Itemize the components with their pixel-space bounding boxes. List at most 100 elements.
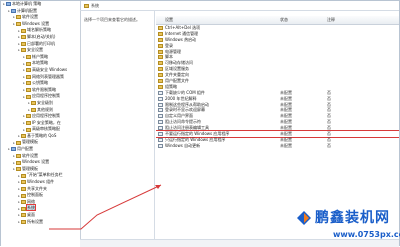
- watermark-url: www.0753px.com: [333, 230, 400, 239]
- breadcrumb: 系统: [84, 3, 99, 9]
- tree-item[interactable]: ▸ 管理模板: [1, 139, 80, 146]
- tree-item[interactable]: ▸ 控制面板: [1, 192, 80, 199]
- tree-item[interactable]: ▸ 计算机配置: [1, 8, 80, 15]
- tree-item[interactable]: ▸ 软件设置: [1, 14, 80, 21]
- folder-icon: [21, 213, 26, 218]
- tree-item[interactable]: ▸ 安全设置: [1, 47, 80, 54]
- folder-icon: [21, 206, 26, 211]
- folder-icon: [21, 200, 26, 205]
- folder-icon: [16, 167, 21, 172]
- tree-item[interactable]: ▸ 脚本(启动/关机): [1, 34, 80, 41]
- folder-icon: [21, 41, 26, 46]
- tree-item-label: 用户配置: [17, 146, 33, 152]
- setting-name: Windows 自动更新: [165, 142, 201, 148]
- watermark-brand: 鹏鑫装机网: [315, 210, 390, 226]
- tree-item-label: 本地策略: [32, 60, 48, 66]
- policy-tree[interactable]: ▸ 本地计算机 策略 ▸ 计算机配置 ▸ 软件设置 ▸ Windows 设置 ▸ 域名解析策略 ▸ 脚…: [1, 1, 81, 247]
- tree-item-label: 域名解析策略: [27, 27, 51, 33]
- folder-icon: [21, 186, 26, 191]
- computer-icon: [11, 147, 16, 152]
- tree-item[interactable]: ▸ 高级审核策略配: [1, 126, 80, 133]
- computer-icon: [6, 2, 11, 7]
- folder-icon: [158, 61, 163, 66]
- tree-item-label: Windows 组件: [27, 179, 55, 185]
- tree-item[interactable]: ▸ 应用程序控制策: [1, 113, 80, 120]
- folder-icon: [26, 94, 31, 99]
- policy-setting-icon: [158, 102, 163, 107]
- tree-item[interactable]: ▸ 安全级别: [1, 100, 80, 107]
- tree-item[interactable]: ▸ Windows 设置: [1, 159, 80, 166]
- tree-item[interactable]: ▸ 域名解析策略: [1, 27, 80, 34]
- folder-icon: [26, 81, 31, 86]
- tree-item-label: 管理模板: [22, 165, 38, 171]
- policy-setting-icon: [158, 143, 163, 148]
- tree-item[interactable]: ▸ 系统: [1, 204, 80, 212]
- tree-item-label: 所有设置: [27, 218, 43, 224]
- tree-item[interactable]: ▸ 所有设置: [1, 219, 80, 226]
- policy-setting-icon: [158, 108, 163, 113]
- folder-icon: [158, 67, 163, 72]
- tree-item-label: 其他规则: [37, 106, 53, 112]
- tree-item[interactable]: ▸ 桌面: [1, 212, 80, 219]
- group-policy-editor-window: ▸ 本地计算机 策略 ▸ 计算机配置 ▸ 软件设置 ▸ Windows 设置 ▸ 域名解析策略 ▸ 脚…: [0, 0, 400, 247]
- divider: [80, 10, 399, 11]
- folder-icon: [26, 88, 31, 93]
- folder-icon: [21, 134, 26, 139]
- column-header-comment[interactable]: 注释: [327, 16, 335, 24]
- folder-icon: [21, 28, 26, 33]
- tree-item[interactable]: ▸ 用户配置: [1, 146, 80, 153]
- folder-icon: [158, 79, 163, 84]
- tree-item[interactable]: ▸ 本地计算机 策略: [1, 1, 80, 8]
- folder-icon: [21, 35, 26, 40]
- folder-icon: [26, 68, 31, 73]
- folder-icon: [158, 73, 163, 78]
- tree-item-label: 管理模板: [22, 139, 38, 145]
- tree-item-label: 计算机配置: [17, 7, 37, 13]
- tree-item-label: 脚本(启动/关机): [27, 33, 56, 39]
- tree-item-label: "开始"菜单和任务栏: [27, 172, 63, 178]
- tree-item[interactable]: ▸ 公钥策略: [1, 80, 80, 87]
- tree-item-label: 应用程序控制策: [32, 113, 60, 119]
- tree-item-label: 共享文件夹: [27, 185, 47, 191]
- policy-setting-icon: [158, 90, 163, 95]
- folder-icon: [21, 180, 26, 185]
- tree-item[interactable]: ▸ Windows 组件: [1, 179, 80, 186]
- tree-item-label: 已部署的打印机: [27, 40, 55, 46]
- folder-icon: [158, 43, 163, 48]
- policy-setting-icon: [158, 114, 163, 119]
- folder-icon: [84, 4, 89, 8]
- folder-icon: [158, 49, 163, 54]
- tree-item-label: Windows 设置: [22, 20, 50, 26]
- tree-item[interactable]: ▸ 高级安全 Windows: [1, 67, 80, 74]
- folder-icon: [26, 74, 31, 79]
- column-header-setting[interactable]: 设置: [165, 16, 173, 24]
- tree-item-label: 系统: [26, 204, 36, 212]
- tree-item-label: 基于策略的 QoS: [27, 132, 57, 138]
- setting-row[interactable]: Windows 自动更新 未配置 否: [156, 143, 399, 149]
- tree-item-label: 安全设置: [27, 47, 43, 53]
- tree-item-label: 安全级别: [37, 99, 53, 105]
- tree-item[interactable]: ▸ 网络: [1, 199, 80, 206]
- tree-item[interactable]: ▸ 基于策略的 QoS: [1, 133, 80, 140]
- policy-setting-icon: [158, 96, 163, 101]
- description-text: 选择一个项目来查看它的描述。: [84, 17, 140, 22]
- tree-item-label: 软件限制策略: [32, 86, 56, 92]
- tree-item-label: 软件设置: [22, 152, 38, 158]
- breadcrumb-label: 系统: [91, 3, 99, 8]
- policy-setting-icon: [158, 137, 163, 142]
- folder-icon: [158, 84, 163, 89]
- folder-icon: [26, 114, 31, 119]
- tree-item-label: 网络: [27, 198, 35, 204]
- tree-item[interactable]: ▸ 本地策略: [1, 60, 80, 67]
- policy-setting-icon: [158, 126, 163, 131]
- tree-item-label: 高级审核策略配: [32, 126, 60, 132]
- tree-item-label: 高级安全 Windows: [32, 66, 68, 72]
- folder-icon: [26, 127, 31, 132]
- setting-state: 未配置: [280, 142, 292, 148]
- folder-icon: [16, 22, 21, 27]
- tree-item-label: IP 安全策略，在: [32, 119, 61, 125]
- folder-icon: [16, 140, 21, 145]
- column-header-state[interactable]: 状态: [280, 16, 288, 24]
- tree-item[interactable]: ▸ 应用程序控制策: [1, 93, 80, 100]
- folder-icon: [16, 160, 21, 165]
